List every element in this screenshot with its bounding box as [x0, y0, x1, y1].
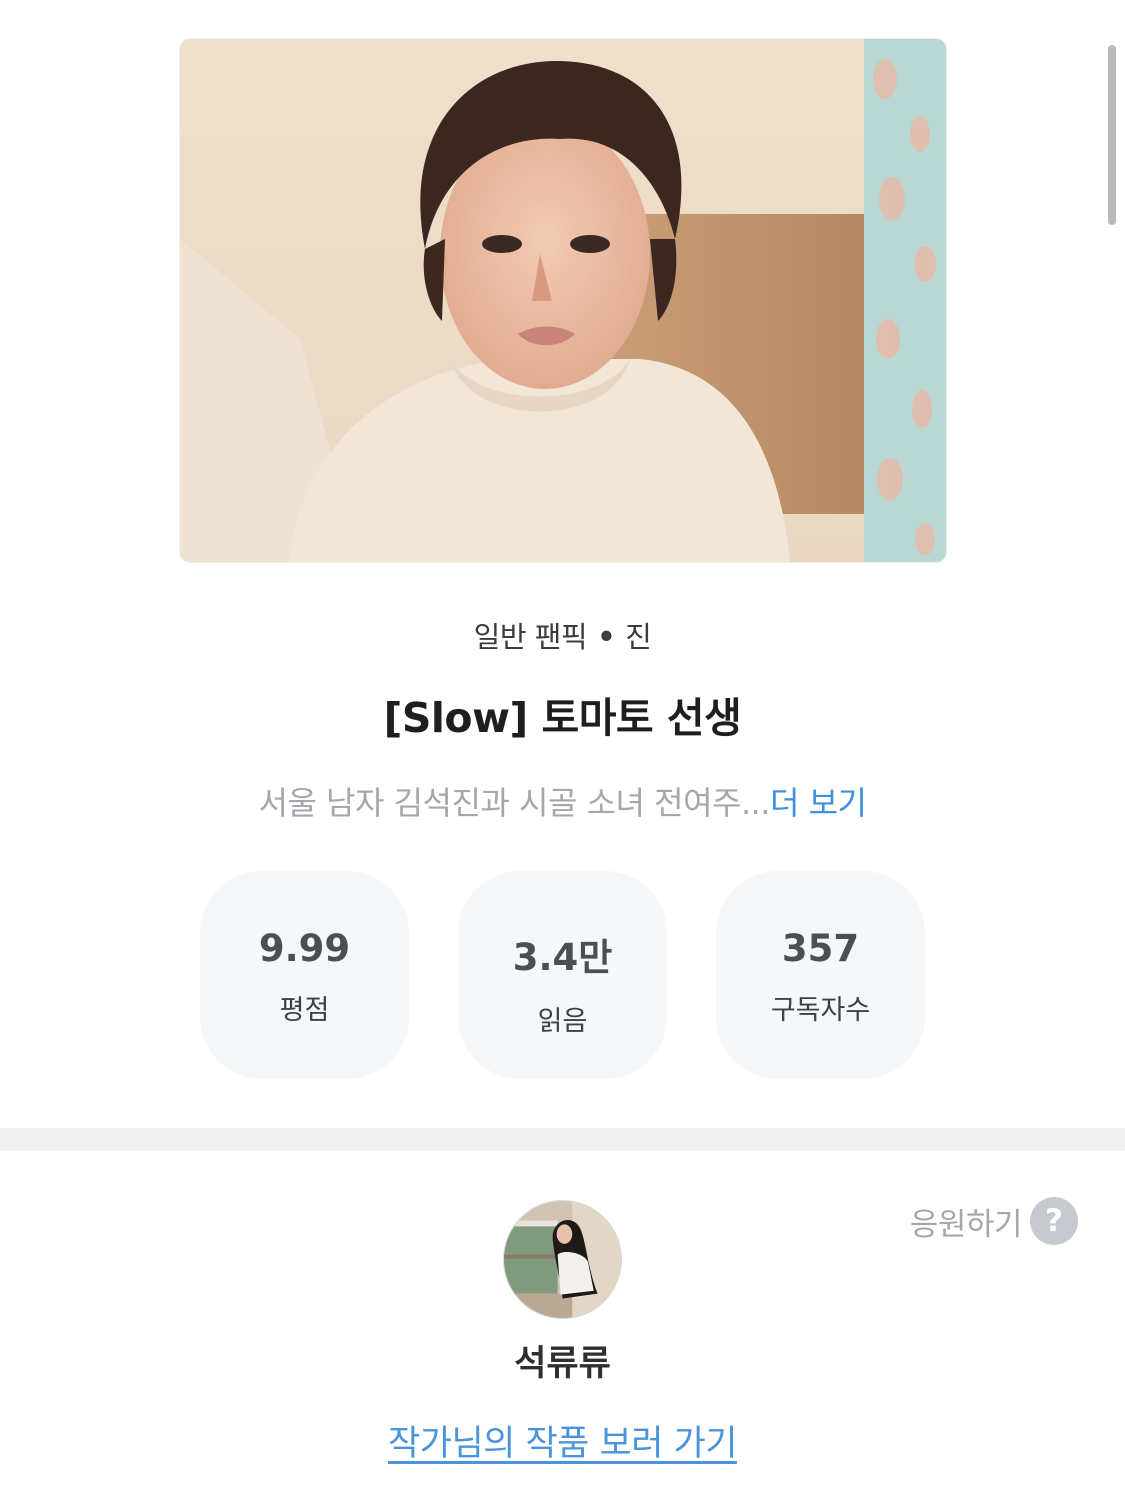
stats-row: 9.99 평점 3.4만 읽음 357 구독자수	[200, 871, 925, 1079]
cover-image	[180, 39, 946, 562]
scrollbar[interactable]	[1108, 45, 1116, 225]
avatar-photo	[504, 1201, 621, 1318]
category-label: 일반 팬픽	[473, 620, 588, 654]
stat-subscribers: 357 구독자수	[716, 871, 925, 1079]
work-title: [Slow] 토마토 선생	[383, 694, 742, 742]
work-description: 서울 남자 김석진과 시골 소녀 전여주...더 보기	[0, 778, 1125, 824]
stat-label: 평점	[279, 995, 330, 1026]
stat-rating: 9.99 평점	[200, 871, 409, 1079]
stat-value: 9.99	[258, 927, 351, 970]
section-divider	[0, 1128, 1125, 1151]
stat-label: 읽음	[537, 1006, 588, 1037]
cover-photo	[180, 39, 946, 562]
support-button[interactable]: 응원하기 ?	[910, 1197, 1078, 1245]
stat-label: 구독자수	[770, 995, 871, 1026]
stat-value: 357	[781, 927, 860, 970]
author-name: 석류류	[514, 1344, 611, 1384]
category-separator: •	[597, 620, 616, 654]
help-circle-icon[interactable]: ?	[1030, 1197, 1078, 1245]
description-text: 서울 남자 김석진과 시골 소녀 전여주...	[258, 784, 771, 822]
work-category: 일반 팬픽 • 진	[0, 614, 1125, 656]
author-avatar[interactable]	[503, 1200, 622, 1319]
support-label: 응원하기	[909, 1206, 1023, 1243]
character-label: 진	[625, 620, 652, 654]
stat-value: 3.4만	[512, 936, 613, 979]
stat-reads: 3.4만 읽음	[458, 871, 667, 1079]
more-link[interactable]: 더 보기	[770, 784, 867, 822]
author-works-link[interactable]: 작가님의 작품 보러 가기	[0, 1415, 1125, 1466]
